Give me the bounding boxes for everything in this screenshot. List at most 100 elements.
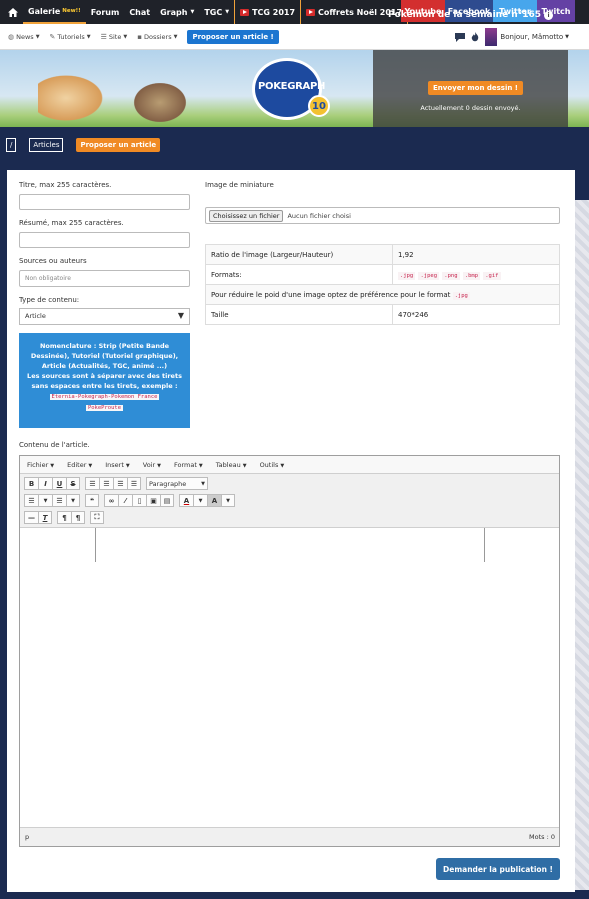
site-menu[interactable]: ☰ Site ▼: [101, 33, 128, 41]
fullscreen-icon[interactable]: ⛶: [90, 511, 104, 524]
media-icon[interactable]: ▤: [160, 494, 174, 507]
editor-toolbar-row: — T ¶ ¶ ⛶: [20, 509, 559, 526]
nav-forum[interactable]: Forum: [86, 0, 125, 24]
breadcrumb-root[interactable]: /: [6, 138, 17, 152]
user-greeting[interactable]: Bonjour, Mâmotto: [500, 33, 563, 41]
home-link[interactable]: [0, 0, 23, 24]
caret-down-icon: ▼: [280, 462, 285, 469]
element-path[interactable]: p: [25, 833, 29, 841]
nav-graph[interactable]: Graph ▼: [155, 0, 199, 24]
caret-down-icon[interactable]: ▼: [38, 494, 52, 507]
content-type-select[interactable]: Article ▼: [19, 308, 190, 325]
sources-input[interactable]: Non obligatoire: [19, 270, 190, 287]
nav-forum-label: Forum: [90, 7, 120, 17]
home-icon: [8, 7, 18, 17]
fire-icon[interactable]: [471, 32, 479, 42]
caret-down-icon: ▼: [201, 480, 205, 487]
breadcrumb-articles[interactable]: Articles: [29, 138, 64, 152]
image-icon[interactable]: ▣: [146, 494, 160, 507]
send-drawing-button[interactable]: Envoyer mon dessin !: [428, 81, 523, 95]
blockquote-icon[interactable]: ❝: [85, 494, 99, 507]
align-right-icon[interactable]: ☰: [113, 477, 127, 490]
caret-down-icon: ▼: [88, 462, 93, 469]
menu-editer[interactable]: Editer ▼: [67, 461, 92, 469]
strikethrough-icon[interactable]: S: [66, 477, 80, 490]
propose-article-button[interactable]: Proposer un article !: [187, 29, 279, 44]
nav-tcg-2017[interactable]: TCG 2017: [235, 0, 300, 24]
formats-value: .jpg .jpeg .png .bmp .gif: [392, 264, 560, 285]
horizontal-rule-icon[interactable]: —: [24, 511, 38, 524]
menu-voir[interactable]: Voir ▼: [143, 461, 161, 469]
menu-fichier[interactable]: Fichier ▼: [27, 461, 54, 469]
chat-icon[interactable]: [455, 32, 466, 42]
format-code: .gif: [483, 271, 501, 280]
caret-down-icon: ▼: [198, 462, 203, 469]
menu-label: Tableau: [215, 460, 241, 469]
avatar[interactable]: [485, 28, 498, 46]
rtl-icon[interactable]: ¶: [71, 511, 85, 524]
align-justify-icon[interactable]: ☰: [127, 477, 141, 490]
submit-publication-button[interactable]: Demander la publication !: [436, 858, 560, 880]
play-icon: [240, 8, 250, 16]
nav-tgc[interactable]: TGC ▼: [199, 0, 234, 24]
breadcrumb: / Articles Proposer un article: [6, 138, 161, 152]
pokemon-illustration: [130, 80, 190, 125]
caret-down-icon[interactable]: ▼: [221, 494, 235, 507]
summary-input[interactable]: [19, 232, 190, 248]
news-menu[interactable]: ◍ News ▼: [8, 33, 40, 41]
underline-icon[interactable]: U: [52, 477, 66, 490]
format-select[interactable]: Paragraphe ▼: [146, 477, 208, 490]
bookmark-icon[interactable]: ▯: [132, 494, 146, 507]
image-info-table: Ratio de l'image (Largeur/Hauteur) 1,92 …: [205, 244, 560, 325]
table-row: Taille 470*246: [205, 304, 560, 325]
table-row: Formats: .jpg .jpeg .png .bmp .gif: [205, 264, 560, 285]
breadcrumb-propose[interactable]: Proposer un article: [76, 138, 161, 152]
editor-statusbar: p Mots : 0: [20, 827, 559, 846]
sources-placeholder: Non obligatoire: [25, 275, 71, 282]
menu-insert[interactable]: Insert ▼: [105, 461, 130, 469]
italic-icon[interactable]: I: [38, 477, 52, 490]
side-pattern: [575, 200, 589, 890]
text-color-icon[interactable]: A: [179, 494, 193, 507]
dossiers-menu[interactable]: ▪ Dossiers ▼: [137, 33, 177, 41]
menu-format[interactable]: Format ▼: [174, 461, 203, 469]
brush-icon: ✎: [49, 32, 56, 41]
nav-chat[interactable]: Chat: [124, 0, 155, 24]
background-color-icon[interactable]: A: [207, 494, 221, 507]
clear-format-icon[interactable]: T: [38, 511, 52, 524]
tutoriels-menu[interactable]: ✎ Tutoriels ▼: [50, 33, 91, 41]
size-label: Taille: [205, 304, 393, 325]
menu-tableau[interactable]: Tableau ▼: [216, 461, 247, 469]
menu-label: Format: [174, 460, 197, 469]
caret-down-icon[interactable]: ▼: [66, 494, 80, 507]
word-count: Mots : 0: [529, 833, 555, 841]
pokemon-week-title: Pokémon de la semaine n°165 i: [373, 10, 568, 20]
align-center-icon[interactable]: ☰: [99, 477, 113, 490]
nav-graph-label: Graph: [160, 7, 188, 17]
thumbnail-file-input: Choisissez un fichier Aucun fichier choi…: [205, 207, 560, 224]
title-input[interactable]: [19, 194, 190, 210]
site-label: Site: [108, 32, 122, 41]
info-icon[interactable]: i: [544, 11, 554, 20]
tutoriels-label: Tutoriels: [57, 32, 85, 41]
link-icon[interactable]: ∞: [104, 494, 118, 507]
bullet-list-icon[interactable]: ☰: [24, 494, 38, 507]
ratio-value: 1,92: [392, 244, 560, 265]
numbered-list-icon[interactable]: ☰: [52, 494, 66, 507]
align-left-icon[interactable]: ☰: [85, 477, 99, 490]
caret-down-icon: ▼: [35, 33, 40, 40]
choose-file-button[interactable]: Choisissez un fichier: [209, 209, 284, 222]
margin-guide: [95, 528, 96, 562]
ltr-icon[interactable]: ¶: [57, 511, 71, 524]
sources-label: Sources ou auteurs: [19, 257, 87, 265]
nav-galerie[interactable]: Galerie New!!: [23, 0, 86, 24]
menu-outils[interactable]: Outils ▼: [260, 461, 285, 469]
example-code: Eternia-Pokegraph-Pokemon France: [49, 394, 160, 401]
drawing-count: Actuellement 0 dessin envoyé.: [420, 104, 521, 112]
bold-icon[interactable]: B: [24, 477, 38, 490]
caret-down-icon: ▼: [50, 462, 55, 469]
unlink-icon[interactable]: ⁄: [118, 494, 132, 507]
format-tip: Pour réduire le poid d'une image optez d…: [205, 284, 560, 305]
caret-down-icon[interactable]: ▼: [193, 494, 207, 507]
editor-content-area[interactable]: [20, 527, 559, 829]
